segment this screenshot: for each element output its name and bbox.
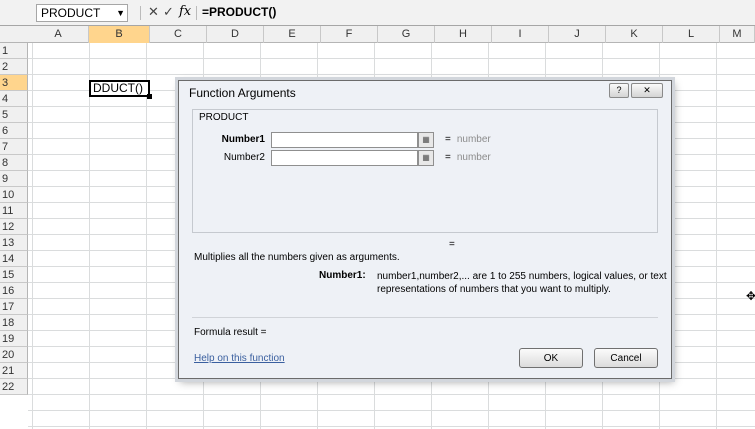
help-link[interactable]: Help on this function [194, 353, 285, 364]
column-header[interactable]: E [264, 26, 321, 43]
column-headers: A B C D E F G H I J K L M [0, 26, 755, 43]
column-header[interactable]: J [549, 26, 606, 43]
close-icon[interactable]: ✕ [631, 83, 663, 98]
name-box[interactable]: PRODUCT ▼ [36, 4, 128, 22]
row-header[interactable]: 20 [0, 347, 28, 363]
row-header[interactable]: 16 [0, 283, 28, 299]
column-header[interactable]: F [321, 26, 378, 43]
function-name: PRODUCT [199, 112, 249, 123]
insert-function-icon[interactable]: fx [179, 4, 191, 19]
argument-label: Number2 [223, 152, 265, 163]
column-header[interactable]: K [606, 26, 663, 43]
row-header[interactable]: 21 [0, 363, 28, 379]
collapse-dialog-icon[interactable]: ▦ [418, 150, 434, 166]
formula-bar: PRODUCT ▼ ✕ ✓ fx =PRODUCT() [0, 0, 755, 26]
enter-icon[interactable]: ✓ [163, 4, 174, 20]
column-header[interactable]: B [89, 26, 150, 43]
row-header[interactable]: 17 [0, 299, 28, 315]
column-header[interactable]: D [207, 26, 264, 43]
formula-result: Formula result = [194, 327, 267, 338]
row-header[interactable]: 3 [0, 75, 28, 91]
row-header[interactable]: 5 [0, 107, 28, 123]
mouse-cursor-icon: ✥ [746, 289, 755, 303]
column-header[interactable]: M [720, 26, 755, 43]
argument-row: Number1 ▦ = number [179, 132, 673, 150]
column-header[interactable]: H [435, 26, 492, 43]
argument-help-text: number1,number2,... are 1 to 255 numbers… [377, 271, 667, 295]
row-header[interactable]: 19 [0, 331, 28, 347]
divider [196, 6, 197, 20]
column-header[interactable]: G [378, 26, 435, 43]
fill-handle[interactable] [147, 94, 152, 99]
function-arguments-dialog: Function Arguments ? ✕ PRODUCT Number1 ▦… [178, 80, 672, 379]
row-header[interactable]: 12 [0, 219, 28, 235]
equals-sign: = [445, 134, 451, 145]
row-header[interactable]: 8 [0, 155, 28, 171]
row-header[interactable]: 7 [0, 139, 28, 155]
number1-input[interactable] [271, 132, 418, 148]
column-header[interactable]: L [663, 26, 720, 43]
argument-result-value: number [456, 152, 491, 163]
cancel-icon[interactable]: ✕ [148, 4, 159, 20]
ok-button[interactable]: OK [519, 348, 583, 368]
argument-result-value: number [456, 134, 491, 145]
equals-sign: = [445, 152, 451, 163]
dialog-title: Function Arguments [189, 86, 296, 100]
name-box-value: PRODUCT [41, 6, 101, 20]
help-icon[interactable]: ? [609, 83, 629, 98]
column-header[interactable]: I [492, 26, 549, 43]
row-header[interactable]: 14 [0, 251, 28, 267]
function-description: Multiplies all the numbers given as argu… [194, 252, 400, 263]
function-result-equals: = [449, 239, 455, 250]
row-header[interactable]: 18 [0, 315, 28, 331]
row-header[interactable]: 10 [0, 187, 28, 203]
row-header[interactable]: 22 [0, 379, 28, 395]
row-header[interactable]: 1 [0, 43, 28, 59]
column-header[interactable]: C [150, 26, 207, 43]
argument-label: Number1 [221, 134, 265, 145]
cancel-button[interactable]: Cancel [594, 348, 658, 368]
row-header[interactable]: 13 [0, 235, 28, 251]
formula-input[interactable]: =PRODUCT() [202, 5, 276, 19]
active-cell[interactable]: DDUCT() [89, 80, 150, 97]
divider [140, 6, 141, 20]
row-header[interactable]: 4 [0, 91, 28, 107]
function-group-box [192, 109, 658, 233]
argument-row: Number2 ▦ = number [179, 150, 673, 168]
divider [192, 317, 658, 318]
argument-help-label: Number1: [319, 270, 366, 281]
row-header[interactable]: 6 [0, 123, 28, 139]
argument-result: = number [445, 152, 491, 163]
row-header[interactable]: 11 [0, 203, 28, 219]
row-header[interactable]: 15 [0, 267, 28, 283]
collapse-dialog-icon[interactable]: ▦ [418, 132, 434, 148]
chevron-down-icon[interactable]: ▼ [116, 5, 125, 21]
argument-result: = number [445, 134, 491, 145]
column-header[interactable]: A [28, 26, 89, 43]
row-header[interactable]: 9 [0, 171, 28, 187]
row-header[interactable]: 2 [0, 59, 28, 75]
number2-input[interactable] [271, 150, 418, 166]
